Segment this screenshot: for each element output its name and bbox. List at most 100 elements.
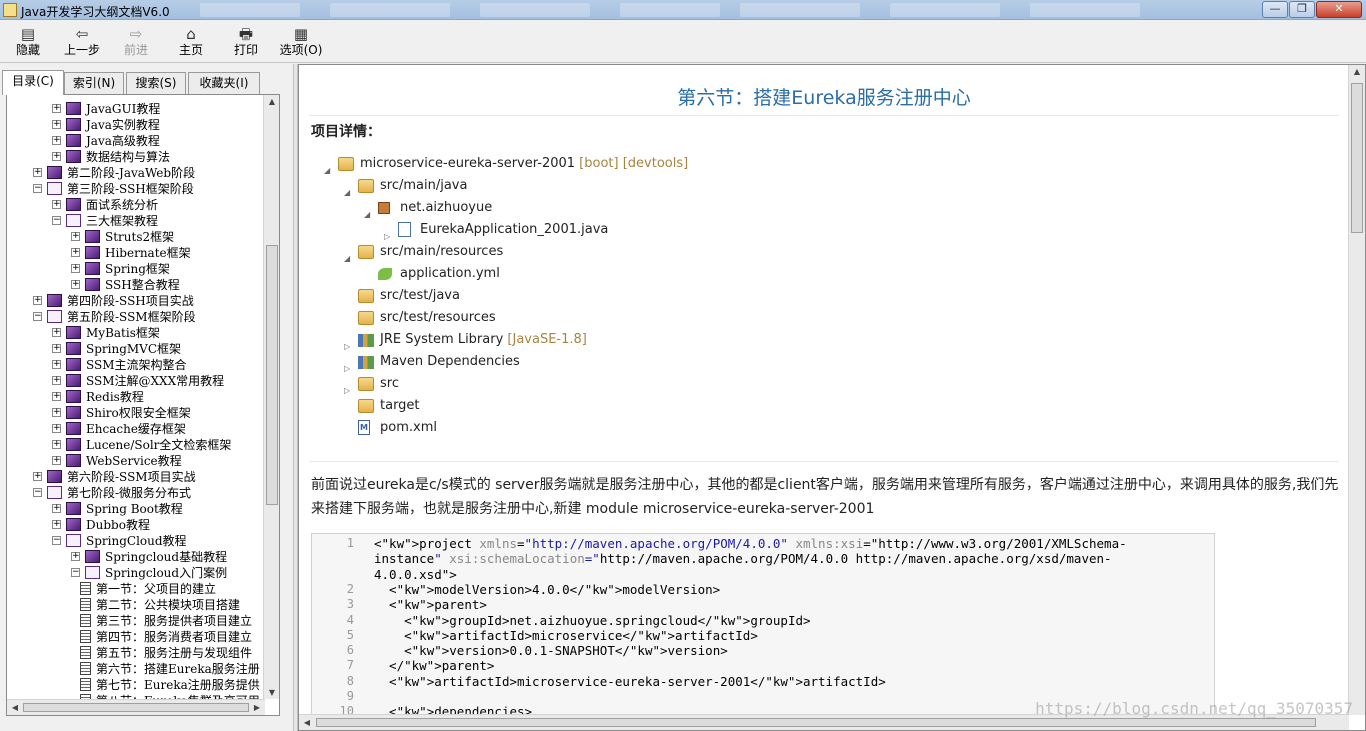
tree-node-label: Lucene/Solr全文检索框架 [86,438,232,452]
expand-icon[interactable]: + [52,376,61,385]
tree-node-label: Struts2框架 [105,230,175,244]
package-icon [378,202,390,214]
expand-icon[interactable]: + [52,104,61,113]
maven-pom-icon: M [358,420,370,435]
expand-icon[interactable]: + [71,280,80,289]
expand-icon[interactable]: + [52,360,61,369]
scroll-thumb[interactable] [1351,83,1363,233]
expand-icon[interactable]: + [33,168,42,177]
book-icon [66,342,81,355]
tree-node-label: 第四阶段-SSH项目实战 [67,294,194,308]
tree-node-label: 第七节：Eureka注册服务提供 [96,678,260,692]
expand-icon[interactable]: + [33,296,42,305]
expand-icon[interactable]: + [52,456,61,465]
tab-index[interactable]: 索引(N) [64,72,124,94]
code-line: <"kw">project xmlns="http://maven.apache… [374,536,1127,551]
expand-icon[interactable]: + [71,552,80,561]
project-item-decoration: [JavaSE-1.8] [503,332,587,347]
scroll-up-icon[interactable]: ▲ [265,97,279,106]
collapsed-twisty-icon: ▷ [344,364,351,373]
yaml-file-icon [378,268,392,280]
contents-tree: + JavaGUI教程 + Java实例教程 + Java高级教程 + 数据结构与算法 + 第二阶… [6,94,280,716]
scroll-up-icon[interactable]: ▲ [1350,67,1364,76]
scroll-left-icon[interactable]: ◀ [8,703,22,712]
content-vertical-scrollbar[interactable]: ▲ [1348,65,1365,715]
book-icon [66,198,81,211]
expand-icon[interactable]: + [52,152,61,161]
app-icon [3,3,17,17]
tree-node-label: MyBatis框架 [86,326,160,340]
expand-icon[interactable]: + [52,520,61,529]
line-number: 4 [346,612,354,627]
expanded-twisty-icon: ◢ [364,210,371,219]
tab-contents[interactable]: 目录(C) [2,70,64,95]
options-button[interactable]: ▦ 选项(O) [275,23,327,61]
scroll-left-icon[interactable]: ◀ [300,718,314,727]
page-icon [80,678,91,691]
forward-button[interactable]: ⇨ 前进 [110,23,162,61]
expand-icon[interactable]: + [71,264,80,273]
back-button[interactable]: ⇦ 上一步 [56,23,108,61]
tab-search[interactable]: 搜索(S) [126,72,186,94]
tree-horizontal-scrollbar[interactable]: ◀ ▶ [7,699,265,715]
window-title: Java开发学习大纲文档V6.0 [21,5,170,19]
expand-icon[interactable]: + [52,504,61,513]
expand-icon[interactable]: + [52,328,61,337]
background-tab-blur [890,3,1000,17]
home-button[interactable]: ⌂ 主页 [165,23,217,61]
tree-node-label: SpringMVC框架 [86,342,182,356]
project-item-name: microservice-eureka-server-2001 [360,156,576,171]
scroll-thumb[interactable] [23,703,249,712]
source-folder-icon [358,289,374,303]
expand-icon[interactable]: + [52,424,61,433]
expand-icon[interactable]: + [52,120,61,129]
hide-button[interactable]: ▤ 隐藏 [2,23,54,61]
expand-icon[interactable]: + [52,136,61,145]
code-line: <"kw">groupId>net.aizhuoyue.springcloud<… [374,612,811,628]
tree-node-label: 第四节：服务消费者项目建立 [96,630,253,644]
expand-icon[interactable]: + [52,200,61,209]
library-icon [358,356,374,369]
collapse-icon[interactable]: − [33,184,42,193]
expanded-twisty-icon: ◢ [344,254,351,263]
minimize-button[interactable]: — [1262,1,1288,18]
scroll-down-icon[interactable]: ▼ [265,688,279,697]
collapse-icon[interactable]: − [52,216,61,225]
book-icon [66,406,81,419]
book-icon [66,150,81,163]
navigation-pane: 目录(C) 索引(N) 搜索(S) 收藏夹(I) + JavaGUI教程 + Java… [0,64,293,731]
print-button[interactable]: 🖶 打印 [220,23,272,61]
expand-icon[interactable]: + [52,344,61,353]
expand-icon[interactable]: + [33,472,42,481]
project-item-name: application.yml [400,266,500,281]
tree-node-label: Redis教程 [86,390,144,404]
scroll-right-icon[interactable]: ▶ [250,703,264,712]
tab-favorites[interactable]: 收藏夹(I) [188,72,260,94]
expand-icon[interactable]: + [71,232,80,241]
book-icon [66,326,81,339]
close-button[interactable]: ✕ [1316,1,1362,18]
code-line: <"kw">artifactId>microservice-eureka-ser… [374,673,886,689]
source-folder-icon [358,179,374,193]
line-number: 6 [346,643,354,658]
tree-vertical-scrollbar[interactable]: ▲ ▼ [263,95,279,699]
maximize-button[interactable]: ❐ [1289,1,1315,18]
expand-icon[interactable]: + [52,408,61,417]
page-icon [80,662,91,675]
expand-icon[interactable]: + [71,248,80,257]
collapse-icon[interactable]: − [71,568,80,577]
scroll-thumb[interactable] [316,718,1316,727]
project-item-name: JRE System Library [380,332,504,347]
collapse-icon[interactable]: − [33,312,42,321]
line-number: 5 [346,627,354,642]
book-icon [66,502,81,515]
project-item-decoration: [boot] [devtools] [575,156,689,171]
page-title: 第六节：搭建Eureka服务注册中心 [677,87,971,109]
printer-icon: 🖶 [238,25,254,43]
expand-icon[interactable]: + [52,440,61,449]
collapse-icon[interactable]: − [33,488,42,497]
collapse-icon[interactable]: − [52,536,61,545]
scroll-thumb[interactable] [266,245,278,505]
hide-icon: ▤ [20,25,36,43]
expand-icon[interactable]: + [52,392,61,401]
